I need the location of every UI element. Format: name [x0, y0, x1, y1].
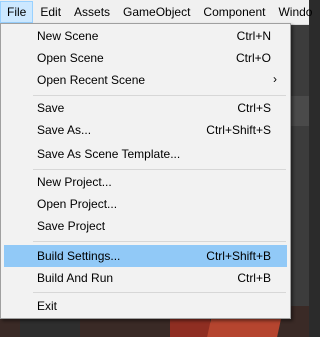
menu-item-shortcut: Ctrl+Shift+B — [206, 249, 271, 263]
menubar-component[interactable]: Component — [197, 1, 271, 23]
menu-item-save-project[interactable]: Save Project — [4, 215, 287, 237]
menubar-assets[interactable]: Assets — [68, 1, 116, 23]
menubar-edit[interactable]: Edit — [34, 1, 67, 23]
menu-item-label: Save As Scene Template... — [37, 147, 181, 161]
menu-item-build-settings[interactable]: Build Settings... Ctrl+Shift+B — [4, 245, 287, 267]
menu-item-label: Open Project... — [37, 197, 118, 211]
menu-separator — [33, 169, 286, 170]
menu-item-label: Open Scene — [37, 51, 104, 65]
menu-item-label: Build Settings... — [37, 249, 121, 263]
menu-item-open-recent-scene[interactable]: Open Recent Scene › — [4, 69, 287, 91]
menu-item-open-project[interactable]: Open Project... — [4, 193, 287, 215]
menu-separator — [33, 95, 286, 96]
menu-item-shortcut: Ctrl+Shift+S — [206, 123, 271, 137]
menubar-window[interactable]: Windo — [272, 1, 318, 23]
menu-item-save[interactable]: Save Ctrl+S — [4, 97, 287, 119]
menubar-gameobject[interactable]: GameObject — [117, 1, 196, 23]
file-dropdown-menu: New Scene Ctrl+N Open Scene Ctrl+O Open … — [0, 23, 291, 319]
chevron-right-icon: › — [273, 72, 277, 86]
menu-item-shortcut: Ctrl+O — [235, 51, 271, 65]
menu-item-shortcut: Ctrl+B — [237, 271, 271, 285]
menu-item-label: New Scene — [37, 29, 99, 43]
menu-item-open-scene[interactable]: Open Scene Ctrl+O — [4, 47, 287, 69]
scene-object-red-shadow — [170, 318, 210, 337]
menubar-file[interactable]: File — [0, 1, 34, 23]
menu-item-build-and-run[interactable]: Build And Run Ctrl+B — [4, 267, 287, 289]
menu-item-shortcut: Ctrl+S — [237, 101, 271, 115]
menu-item-label: Save — [37, 101, 65, 115]
menu-item-label: Save As... — [37, 123, 92, 137]
menu-item-new-scene[interactable]: New Scene Ctrl+N — [4, 25, 287, 47]
menu-item-label: Save Project — [37, 219, 106, 233]
menu-item-label: Exit — [37, 299, 58, 313]
menu-item-label: Open Recent Scene — [37, 73, 146, 87]
menu-item-new-project[interactable]: New Project... — [4, 171, 287, 193]
menu-separator — [33, 292, 286, 293]
menu-item-label: New Project... — [37, 175, 112, 189]
menu-item-label: Build And Run — [37, 271, 114, 285]
menu-bar: File Edit Assets GameObject Component Wi… — [0, 0, 312, 25]
menu-item-shortcut: Ctrl+N — [236, 29, 271, 43]
menu-item-save-as-scene-template[interactable]: Save As Scene Template... — [4, 143, 287, 165]
menu-separator — [33, 241, 286, 242]
menu-item-save-as[interactable]: Save As... Ctrl+Shift+S — [4, 119, 287, 141]
menu-item-exit[interactable]: Exit — [4, 295, 287, 317]
